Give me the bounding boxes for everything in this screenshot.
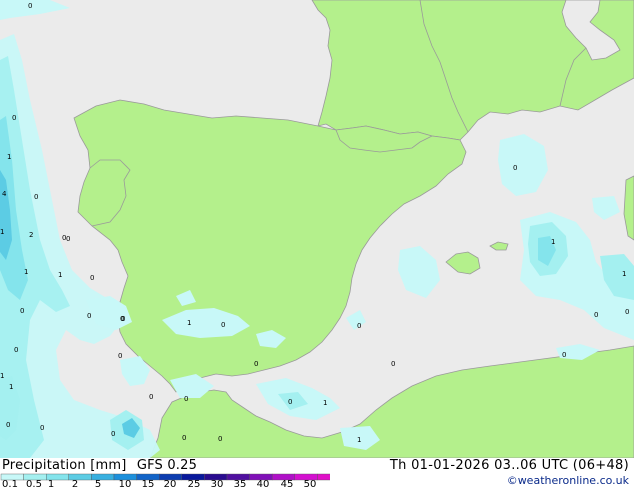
color-scale-tick-label: 0.5 [26,479,42,490]
map-value: 2 [29,231,33,239]
map-value: 1 [323,399,327,407]
color-scale-tick-label: 15 [141,479,155,490]
map-value: 0 [12,114,16,122]
map-value: 1 [187,319,191,327]
color-scale-tick-label: 45 [280,479,294,490]
forecast-run-info: Th 01-01-2026 03..06 UTC (06+48) [389,458,629,473]
map-value: 0 [149,393,153,401]
map-value: 1 [0,228,4,236]
color-scale-tick-label: 2 [71,479,79,490]
map-value: 0 [594,311,598,319]
map-value: 0 [391,360,395,368]
map-value: 1 [357,436,361,444]
map-value: 0 [87,312,91,320]
color-scale-tick-label: 35 [233,479,247,490]
color-scale-tick-label: 25 [187,479,201,490]
color-scale-tick-label: 10 [118,479,132,490]
copyright-link[interactable]: ©weatheronline.co.uk [507,474,629,487]
map-value: 0 [111,430,115,438]
map-value: 0 [40,424,44,432]
map-value: 0 [184,395,188,403]
map-value: 1 [58,271,62,279]
map-value: 0 [14,346,18,354]
map-value: 0 [221,321,225,329]
map-value: 1 [0,372,4,380]
map-value: 0 [20,307,24,315]
map-value: 0 [288,398,292,406]
legend-bar: Precipitation [mm] GFS 0.25 Th 01-01-202… [0,458,634,490]
color-scale-tick-label: 30 [210,479,224,490]
map-value: 0 [562,351,566,359]
map-value: 1 [7,153,11,161]
legend-variable: Precipitation [mm] [2,458,127,473]
map-value: 0 [357,322,361,330]
map-value: 0 [121,315,125,323]
color-scale-tick-label: 40 [256,479,270,490]
map-value: 1 [24,268,28,276]
color-scale-tick-label: 1 [47,479,55,490]
map-value: 4 [2,190,7,198]
map-value: 0 [66,235,70,243]
color-scale-tick-label: 5 [94,479,102,490]
map-value: 0 [218,435,222,443]
map-value: 0 [28,2,32,10]
map-value: 0 [254,360,258,368]
map-value: 0 [513,164,517,172]
color-scale-labels: 0.1 0.5 1 2 5 10 15 20 25 30 35 40 45 50 [0,479,330,491]
map-value: 0 [90,274,94,282]
map-value: 0 [625,308,629,316]
map-value: 0 [34,193,38,201]
legend-title: Precipitation [mm] GFS 0.25 [2,458,197,473]
map-value: 0 [182,434,186,442]
color-scale-tick-label: 50 [303,479,317,490]
color-scale-tick-label: 20 [163,479,177,490]
map-value: 1 [9,383,13,391]
map-value: 1 [622,270,626,278]
map-canvas: 0 0 1 4 0 1 2 0 1 1 0 0 0 0 1 0 0 0 0 1 … [0,0,634,458]
legend-model: GFS 0.25 [136,458,198,473]
map-value: 0 [118,352,122,360]
map-value: 1 [551,238,555,246]
map-value: 0 [6,421,10,429]
color-scale-tick-label: 0.1 [2,479,18,490]
precipitation-map-view: 0 0 1 4 0 1 2 0 1 1 0 0 0 0 1 0 0 0 0 1 … [0,0,634,490]
